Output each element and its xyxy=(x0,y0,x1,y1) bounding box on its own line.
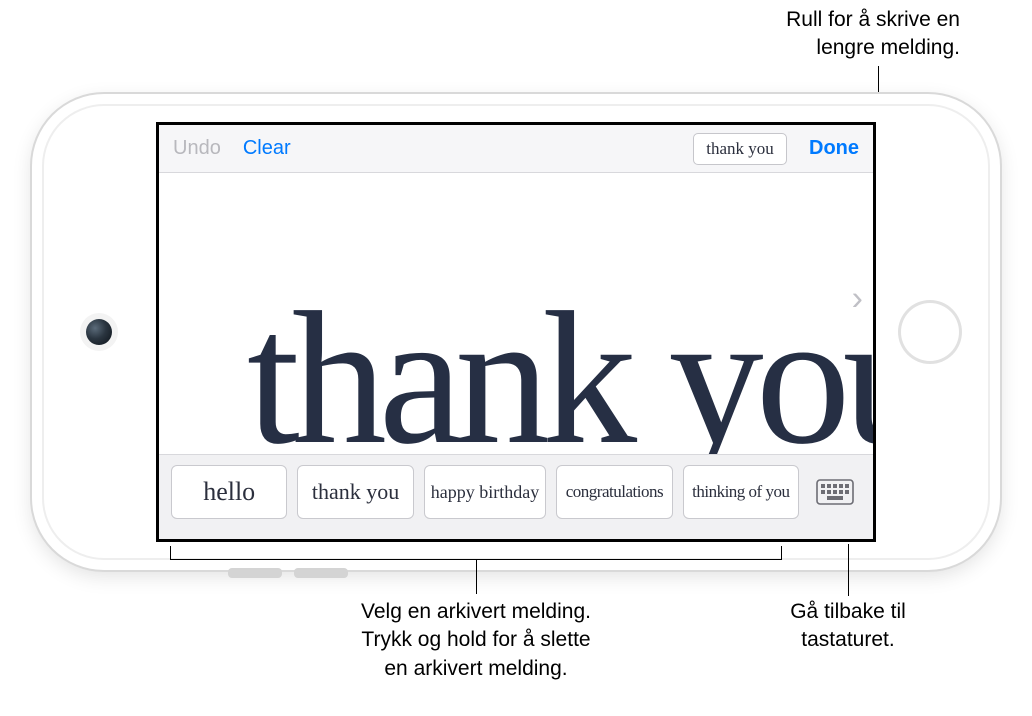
message-preview[interactable]: thank you xyxy=(693,133,787,165)
keyboard-button[interactable] xyxy=(809,468,861,516)
clear-button[interactable]: Clear xyxy=(243,137,291,160)
undo-button: Undo xyxy=(173,137,221,160)
saved-message-happy-birthday[interactable]: happy birthday xyxy=(424,465,546,519)
callout-keyboard: Gå tilbake til tastaturet. xyxy=(720,598,976,655)
callout-saved: Velg en arkivert melding. Trykk og hold … xyxy=(280,598,672,683)
saved-bracket-stem xyxy=(476,560,477,594)
screen: Undo Clear thank you Done thank you › he… xyxy=(156,122,876,542)
saved-messages-row: hello thank you happy birthday congratul… xyxy=(159,455,873,529)
callout-scroll: Rull for å skrive en lengre melding. xyxy=(660,6,960,63)
scroll-chevron-icon[interactable]: › xyxy=(852,280,863,319)
saved-message-thinking-of-you[interactable]: thinking of you xyxy=(683,465,799,519)
keyboard-icon xyxy=(816,479,854,505)
home-button[interactable] xyxy=(898,300,962,364)
saved-message-congratulations[interactable]: congratulations xyxy=(556,465,672,519)
device-frame: Undo Clear thank you Done thank you › he… xyxy=(32,94,1000,570)
toolbar: Undo Clear thank you Done xyxy=(159,125,873,173)
done-button[interactable]: Done xyxy=(809,137,859,160)
volume-down-button[interactable] xyxy=(228,568,282,578)
volume-up-button[interactable] xyxy=(294,568,348,578)
front-camera xyxy=(86,319,112,345)
saved-message-thank-you[interactable]: thank you xyxy=(297,465,413,519)
handwriting-canvas[interactable]: thank you › xyxy=(159,173,873,455)
handwriting-text: thank you xyxy=(247,284,873,455)
keyboard-callout-line xyxy=(848,544,849,596)
saved-bracket xyxy=(170,546,782,560)
saved-message-hello[interactable]: hello xyxy=(171,465,287,519)
